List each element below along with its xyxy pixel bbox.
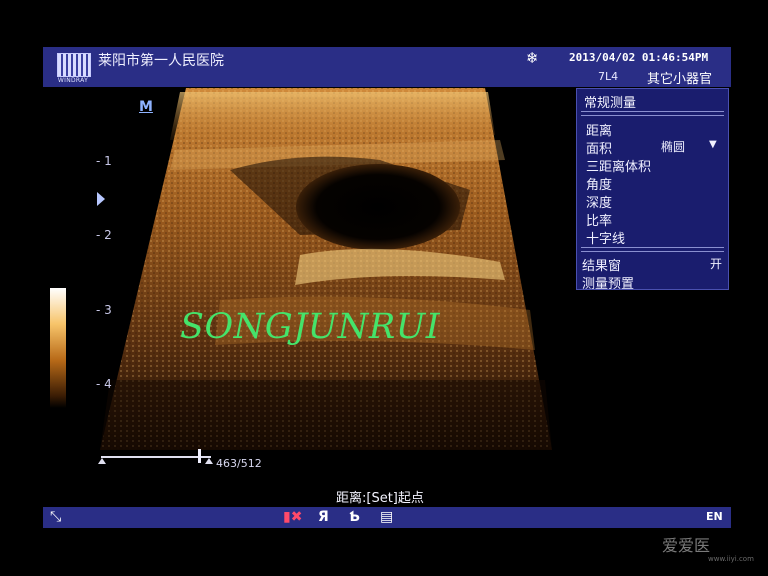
marker-icon[interactable]: ▮✖	[283, 509, 302, 525]
menu-item-three-distance-volume[interactable]: 三距离体积	[586, 156, 651, 175]
menu-divider	[581, 111, 724, 112]
page-icon[interactable]: ▤	[380, 509, 393, 525]
gray-scale-bar	[50, 288, 66, 408]
lesion	[296, 164, 460, 250]
overlay-annotation: SONGJUNRUI	[180, 307, 441, 347]
depth-tick-4: - 4	[96, 377, 112, 391]
menu-item-result-window[interactable]: 结果窗	[582, 255, 621, 274]
menu-item-measure-preset[interactable]: 测量预置	[582, 273, 634, 292]
result-window-toggle[interactable]: 开	[710, 255, 722, 272]
depth-tick-1: - 1	[96, 154, 112, 168]
mode-m-icon[interactable]: M	[139, 99, 153, 115]
language-indicator[interactable]: EN	[706, 510, 723, 523]
menu-item-depth[interactable]: 深度	[586, 192, 612, 211]
flip-b-icon[interactable]: Ƅ	[349, 509, 360, 525]
focus-marker-icon[interactable]	[97, 192, 105, 206]
depth-tick-2: - 2	[96, 228, 112, 242]
menu-item-crosshair[interactable]: 十字线	[586, 228, 625, 247]
area-method-select[interactable]: 椭圆	[661, 138, 685, 155]
menu-divider	[581, 247, 724, 248]
menu-item-ratio[interactable]: 比率	[586, 210, 612, 229]
menu-item-angle[interactable]: 角度	[586, 174, 612, 193]
site-watermark: 爱爱医	[662, 536, 711, 555]
cine-end-marker-icon	[205, 458, 213, 464]
chevron-down-icon[interactable]: ▼	[709, 139, 717, 150]
site-watermark-url: www.iiyi.com	[708, 555, 754, 563]
cine-start-marker-icon	[98, 458, 106, 464]
cine-frame-counter: 463/512	[216, 457, 262, 470]
menu-item-area[interactable]: 面积	[586, 138, 612, 157]
menu-divider	[581, 251, 724, 252]
resize-arrow-icon[interactable]: ⤡	[50, 509, 61, 525]
cine-slider-handle[interactable]	[198, 449, 201, 463]
flip-r-icon[interactable]: Я	[318, 509, 329, 525]
menu-divider	[581, 115, 724, 116]
menu-title: 常规测量	[584, 96, 637, 111]
depth-tick-3: - 3	[96, 303, 112, 317]
menu-item-distance[interactable]: 距离	[586, 120, 612, 139]
measurement-status: 距离:[Set]起点	[336, 491, 424, 506]
measurement-menu: 常规测量 距离 面积 椭圆 ▼ 三距离体积 角度 深度 比率 十字线 结果窗 开…	[576, 88, 729, 292]
cine-slider-track[interactable]	[101, 456, 211, 458]
